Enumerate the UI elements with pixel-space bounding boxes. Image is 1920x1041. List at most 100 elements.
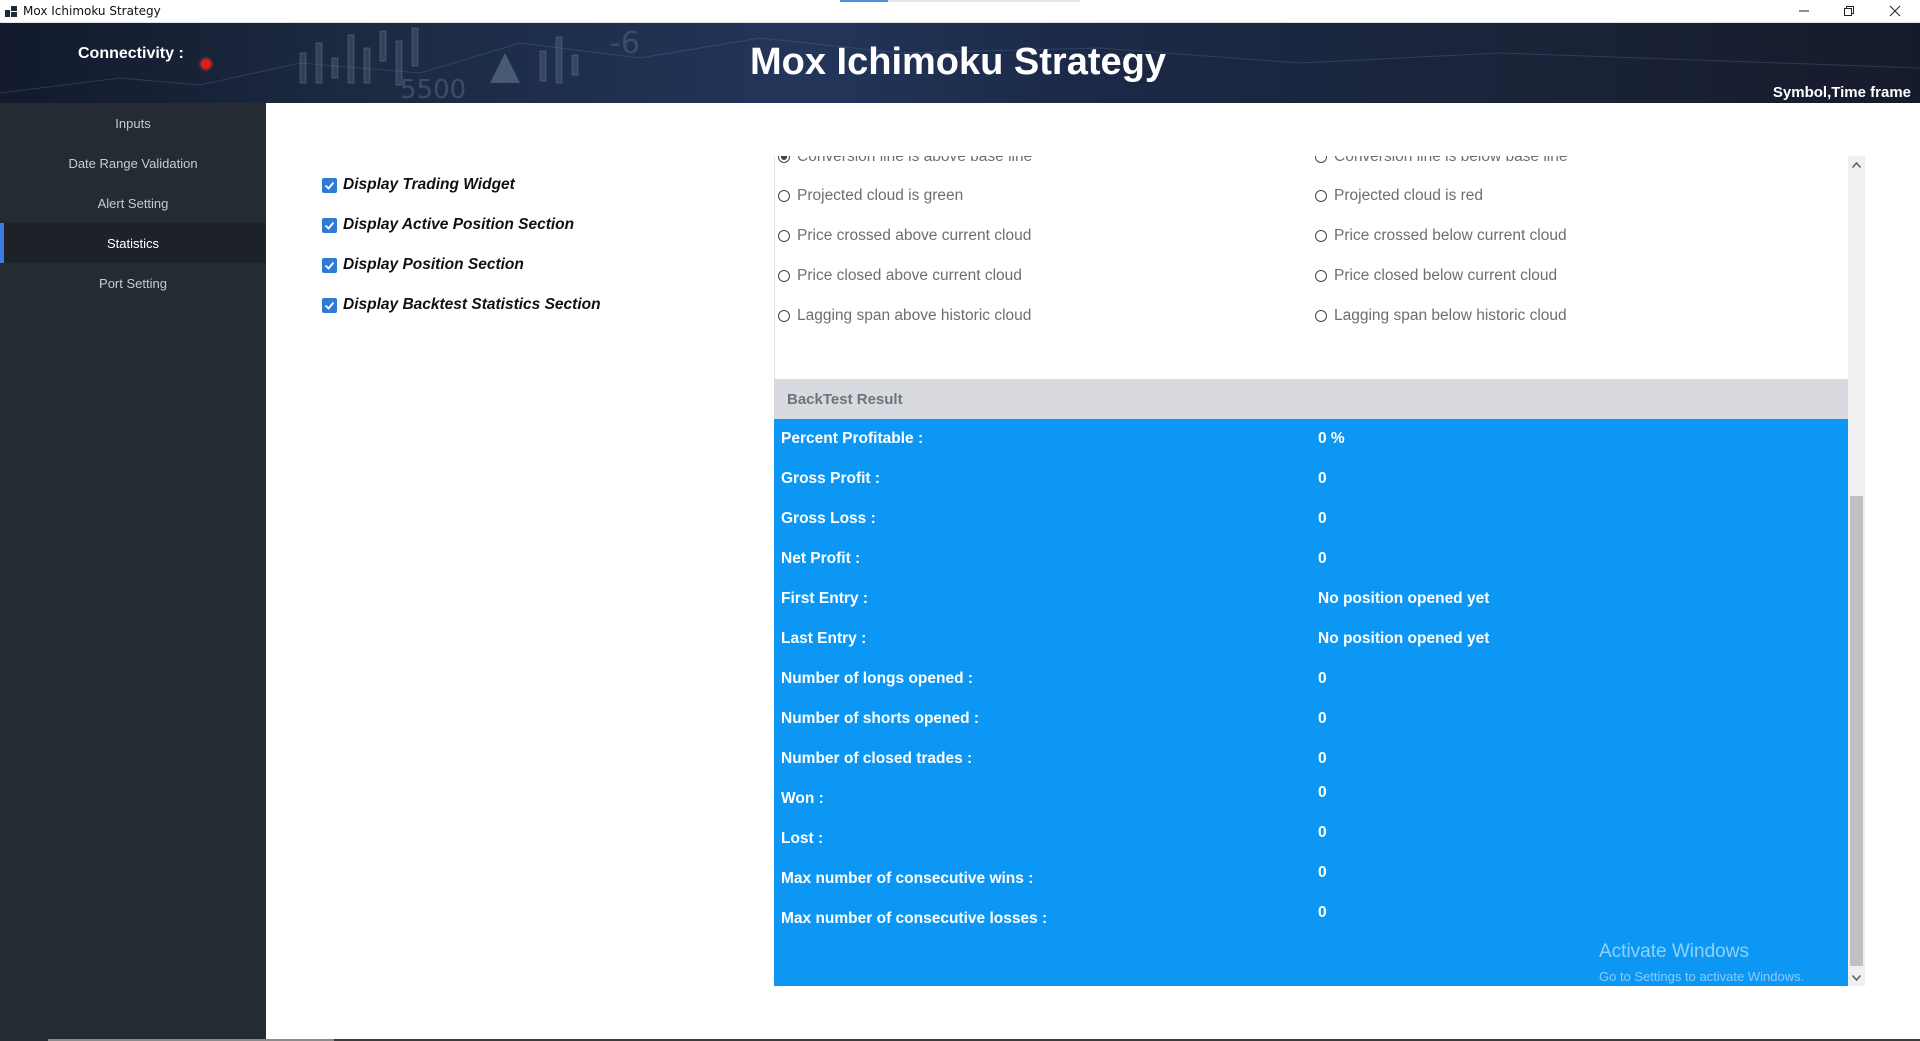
condition-radio[interactable]: Price closed above current cloud bbox=[778, 267, 1022, 285]
stat-label: Gross Loss : bbox=[781, 510, 876, 527]
display-position-checkbox[interactable]: Display Position Section bbox=[322, 245, 601, 285]
table-row: Number of closed trades : 0 bbox=[774, 739, 1848, 779]
display-backtest-statistics-checkbox[interactable]: Display Backtest Statistics Section bbox=[322, 285, 601, 325]
sidebar-item-label: Date Range Validation bbox=[68, 155, 198, 171]
app-icon bbox=[5, 6, 17, 17]
sidebar-item-statistics[interactable]: Statistics bbox=[0, 223, 266, 263]
sidebar-item-label: Alert Setting bbox=[97, 195, 169, 211]
condition-radio[interactable]: Projected cloud is green bbox=[778, 187, 963, 205]
checkbox-checked-icon[interactable] bbox=[322, 297, 337, 313]
statistics-panel: Conversion line is above base line Proje… bbox=[774, 156, 1848, 986]
stat-value: 0 bbox=[1318, 470, 1327, 487]
radio-label: Price closed below current cloud bbox=[1334, 267, 1558, 284]
display-trading-widget-checkbox[interactable]: Display Trading Widget bbox=[322, 165, 601, 205]
symbol-timeframe-label: Symbol,Time frame bbox=[1772, 84, 1911, 101]
table-row: Max number of consecutive wins : 0 bbox=[774, 859, 1848, 899]
radio-label: Price crossed above current cloud bbox=[797, 227, 1032, 244]
radio-icon[interactable] bbox=[1315, 156, 1327, 163]
backtest-result-table: Percent Profitable : 0 % Gross Profit : … bbox=[774, 419, 1848, 986]
table-row: First Entry : No position opened yet bbox=[774, 579, 1848, 619]
taskbar-focus-indicator bbox=[840, 0, 888, 2]
condition-radio[interactable]: Conversion line is below base line bbox=[1315, 156, 1568, 166]
condition-radio[interactable]: Price closed below current cloud bbox=[1315, 267, 1557, 285]
checkbox-checked-icon[interactable] bbox=[322, 177, 337, 193]
checkbox-label: Display Backtest Statistics Section bbox=[343, 296, 601, 313]
radio-label: Lagging span below historic cloud bbox=[1334, 307, 1567, 324]
radio-label: Projected cloud is green bbox=[797, 187, 964, 204]
stat-value: 0 bbox=[1318, 670, 1327, 687]
sidebar: Inputs Date Range Validation Alert Setti… bbox=[0, 103, 266, 1041]
radio-icon[interactable] bbox=[1315, 190, 1327, 202]
condition-radio[interactable]: Lagging span above historic cloud bbox=[778, 307, 1031, 325]
radio-icon[interactable] bbox=[1315, 310, 1327, 322]
header-banner: 5500 -6 Connectivity : Mox Ichimoku Stra… bbox=[0, 23, 1920, 103]
radio-icon[interactable] bbox=[778, 270, 790, 282]
table-row: Percent Profitable : 0 % bbox=[774, 419, 1848, 459]
display-active-position-checkbox[interactable]: Display Active Position Section bbox=[322, 205, 601, 245]
stat-value: 0 bbox=[1318, 824, 1327, 841]
window-title: Mox Ichimoku Strategy bbox=[23, 4, 161, 18]
table-row: Number of shorts opened : 0 bbox=[774, 699, 1848, 739]
stat-label: Last Entry : bbox=[781, 630, 867, 647]
minimize-icon[interactable] bbox=[1781, 0, 1827, 22]
window-titlebar: Mox Ichimoku Strategy bbox=[0, 0, 1920, 23]
sidebar-item-label: Statistics bbox=[106, 235, 159, 251]
condition-radio[interactable]: Projected cloud is red bbox=[1315, 187, 1483, 205]
stat-value: No position opened yet bbox=[1318, 630, 1490, 647]
stat-label: First Entry : bbox=[781, 590, 868, 607]
condition-radio-grid: Conversion line is above base line Proje… bbox=[774, 156, 1848, 379]
radio-label: Conversion line is below base line bbox=[1334, 156, 1568, 165]
stat-value: No position opened yet bbox=[1318, 590, 1490, 607]
backtest-result-header: BackTest Result bbox=[774, 379, 1848, 419]
stat-label: Won : bbox=[781, 790, 824, 807]
radio-label: Price crossed below current cloud bbox=[1334, 227, 1567, 244]
radio-icon[interactable] bbox=[778, 310, 790, 322]
table-row: Lost : 0 bbox=[774, 819, 1848, 859]
stat-label: Number of closed trades : bbox=[781, 750, 973, 767]
stat-label: Max number of consecutive wins : bbox=[781, 870, 1034, 887]
panel-scrollbar[interactable] bbox=[1848, 156, 1865, 986]
checkbox-checked-icon[interactable] bbox=[322, 217, 337, 233]
table-row: Last Entry : No position opened yet bbox=[774, 619, 1848, 659]
sidebar-item-alert-setting[interactable]: Alert Setting bbox=[0, 183, 266, 223]
restore-icon[interactable] bbox=[1826, 0, 1872, 22]
condition-radio[interactable]: Price crossed below current cloud bbox=[1315, 227, 1567, 245]
close-icon[interactable] bbox=[1872, 0, 1918, 22]
scroll-up-arrow-icon[interactable] bbox=[1848, 156, 1865, 173]
table-row: Won : 0 bbox=[774, 779, 1848, 819]
table-row: Gross Profit : 0 bbox=[774, 459, 1848, 499]
table-row: Net Profit : 0 bbox=[774, 539, 1848, 579]
radio-icon[interactable] bbox=[778, 230, 790, 242]
radio-label: Projected cloud is red bbox=[1334, 187, 1484, 204]
sidebar-item-date-range-validation[interactable]: Date Range Validation bbox=[0, 143, 266, 183]
activation-watermark-subtitle: Go to Settings to activate Windows. bbox=[1599, 969, 1805, 984]
page-title: Mox Ichimoku Strategy bbox=[750, 41, 1166, 83]
radio-label: Price closed above current cloud bbox=[797, 267, 1022, 284]
condition-radio[interactable]: Conversion line is above base line bbox=[778, 156, 1032, 166]
radio-icon[interactable] bbox=[778, 190, 790, 202]
stat-label: Percent Profitable : bbox=[781, 430, 924, 447]
display-options: Display Trading Widget Display Active Po… bbox=[322, 165, 601, 325]
condition-radio[interactable]: Price crossed above current cloud bbox=[778, 227, 1031, 245]
sidebar-item-inputs[interactable]: Inputs bbox=[0, 103, 266, 143]
radio-icon[interactable] bbox=[1315, 230, 1327, 242]
stat-value: 0 bbox=[1318, 550, 1327, 567]
table-row: Gross Loss : 0 bbox=[774, 499, 1848, 539]
checkbox-label: Display Trading Widget bbox=[343, 176, 515, 193]
condition-radio[interactable]: Lagging span below historic cloud bbox=[1315, 307, 1567, 325]
stat-value: 0 bbox=[1318, 710, 1327, 727]
stat-value: 0 bbox=[1318, 750, 1327, 767]
stat-label: Number of longs opened : bbox=[781, 670, 974, 687]
radio-label: Conversion line is above base line bbox=[797, 156, 1033, 165]
scroll-down-arrow-icon[interactable] bbox=[1848, 969, 1865, 986]
radio-icon[interactable] bbox=[1315, 270, 1327, 282]
checkbox-checked-icon[interactable] bbox=[322, 257, 337, 273]
scrollbar-thumb[interactable] bbox=[1850, 496, 1863, 966]
stat-value: 0 bbox=[1318, 864, 1327, 881]
sidebar-item-label: Inputs bbox=[115, 115, 151, 131]
sidebar-item-port-setting[interactable]: Port Setting bbox=[0, 263, 266, 303]
radio-selected-icon[interactable] bbox=[778, 156, 790, 163]
checkbox-label: Display Position Section bbox=[343, 256, 524, 273]
stat-label: Lost : bbox=[781, 830, 824, 847]
stat-value: 0 bbox=[1318, 784, 1327, 801]
